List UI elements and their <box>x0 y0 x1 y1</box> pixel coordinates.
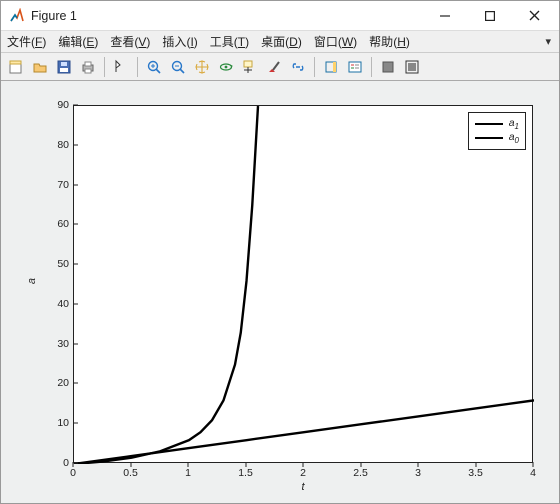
x-tick-mark <box>73 462 74 467</box>
edit-plot-button[interactable] <box>110 56 132 78</box>
insert-legend-button[interactable] <box>344 56 366 78</box>
x-axis-label: t <box>301 481 304 493</box>
y-tick-mark <box>73 463 78 464</box>
menu-window[interactable]: 窗口(W) <box>314 33 357 50</box>
y-tick-mark <box>73 224 78 225</box>
y-tick-mark <box>73 105 78 106</box>
menu-overflow-icon[interactable]: ▾ <box>545 35 551 48</box>
save-button[interactable] <box>53 56 75 78</box>
y-tick-label: 20 <box>45 377 69 389</box>
new-figure-button[interactable] <box>5 56 27 78</box>
titlebar: Figure 1 <box>1 1 559 31</box>
y-tick-label: 80 <box>45 139 69 151</box>
y-tick-mark <box>73 423 78 424</box>
toolbar-separator <box>137 57 138 77</box>
menu-view[interactable]: 查看(V) <box>110 33 150 50</box>
x-tick-mark <box>475 462 476 467</box>
x-tick-label: 4 <box>518 467 548 479</box>
y-tick-mark <box>73 144 78 145</box>
y-tick-label: 40 <box>45 298 69 310</box>
maximize-button[interactable] <box>467 1 512 30</box>
show-plot-tools-button[interactable] <box>401 56 423 78</box>
data-cursor-button[interactable] <box>239 56 261 78</box>
pan-button[interactable] <box>191 56 213 78</box>
menu-tools[interactable]: 工具(T) <box>210 33 249 50</box>
x-tick-label: 3.5 <box>461 467 491 479</box>
y-tick-mark <box>73 303 78 304</box>
x-tick-label: 1 <box>173 467 203 479</box>
y-tick-mark <box>73 383 78 384</box>
x-tick-label: 3 <box>403 467 433 479</box>
y-axis-label: a <box>26 278 38 284</box>
toolbar-separator <box>104 57 105 77</box>
toolbar <box>1 53 559 81</box>
menu-edit[interactable]: 编辑(E) <box>58 33 98 50</box>
menu-file[interactable]: 文件(F) <box>7 33 46 50</box>
toolbar-separator <box>314 57 315 77</box>
legend[interactable]: a1 a0 <box>468 112 526 150</box>
x-tick-label: 2.5 <box>346 467 376 479</box>
close-button[interactable] <box>512 1 557 30</box>
legend-entry-a1[interactable]: a1 <box>475 117 519 131</box>
matlab-logo-icon <box>9 8 25 24</box>
menu-help[interactable]: 帮助(H) <box>369 33 410 50</box>
window-title: Figure 1 <box>31 9 77 23</box>
x-tick-mark <box>360 462 361 467</box>
rotate3d-button[interactable] <box>215 56 237 78</box>
y-tick-label: 10 <box>45 417 69 429</box>
x-tick-label: 0.5 <box>116 467 146 479</box>
y-tick-label: 50 <box>45 258 69 270</box>
y-tick-label: 70 <box>45 179 69 191</box>
x-tick-mark <box>188 462 189 467</box>
x-tick-mark <box>418 462 419 467</box>
x-tick-label: 1.5 <box>231 467 261 479</box>
minimize-button[interactable] <box>422 1 467 30</box>
print-button[interactable] <box>77 56 99 78</box>
y-tick-mark <box>73 343 78 344</box>
x-tick-label: 0 <box>58 467 88 479</box>
x-tick-mark <box>245 462 246 467</box>
x-tick-mark <box>533 462 534 467</box>
axes[interactable]: a1 a0 <box>73 105 533 463</box>
zoom-out-button[interactable] <box>167 56 189 78</box>
series-a0 <box>74 400 534 464</box>
zoom-in-button[interactable] <box>143 56 165 78</box>
toolbar-separator <box>371 57 372 77</box>
menubar: 文件(F) 编辑(E) 查看(V) 插入(I) 工具(T) 桌面(D) 窗口(W… <box>1 31 559 53</box>
brush-button[interactable] <box>263 56 285 78</box>
menu-desktop[interactable]: 桌面(D) <box>261 33 302 50</box>
y-tick-mark <box>73 264 78 265</box>
figure-canvas[interactable]: a1 a0 a t 010203040506070809000.511.522.… <box>1 81 559 503</box>
insert-colorbar-button[interactable] <box>320 56 342 78</box>
y-tick-label: 60 <box>45 218 69 230</box>
hide-plot-tools-button[interactable] <box>377 56 399 78</box>
x-tick-label: 2 <box>288 467 318 479</box>
menu-insert[interactable]: 插入(I) <box>162 33 197 50</box>
series-a1 <box>74 106 258 464</box>
x-tick-mark <box>303 462 304 467</box>
y-tick-label: 30 <box>45 338 69 350</box>
plot-lines <box>74 106 534 464</box>
open-button[interactable] <box>29 56 51 78</box>
y-tick-mark <box>73 184 78 185</box>
x-tick-mark <box>130 462 131 467</box>
legend-entry-a0[interactable]: a0 <box>475 131 519 145</box>
link-data-button[interactable] <box>287 56 309 78</box>
y-tick-label: 90 <box>45 99 69 111</box>
